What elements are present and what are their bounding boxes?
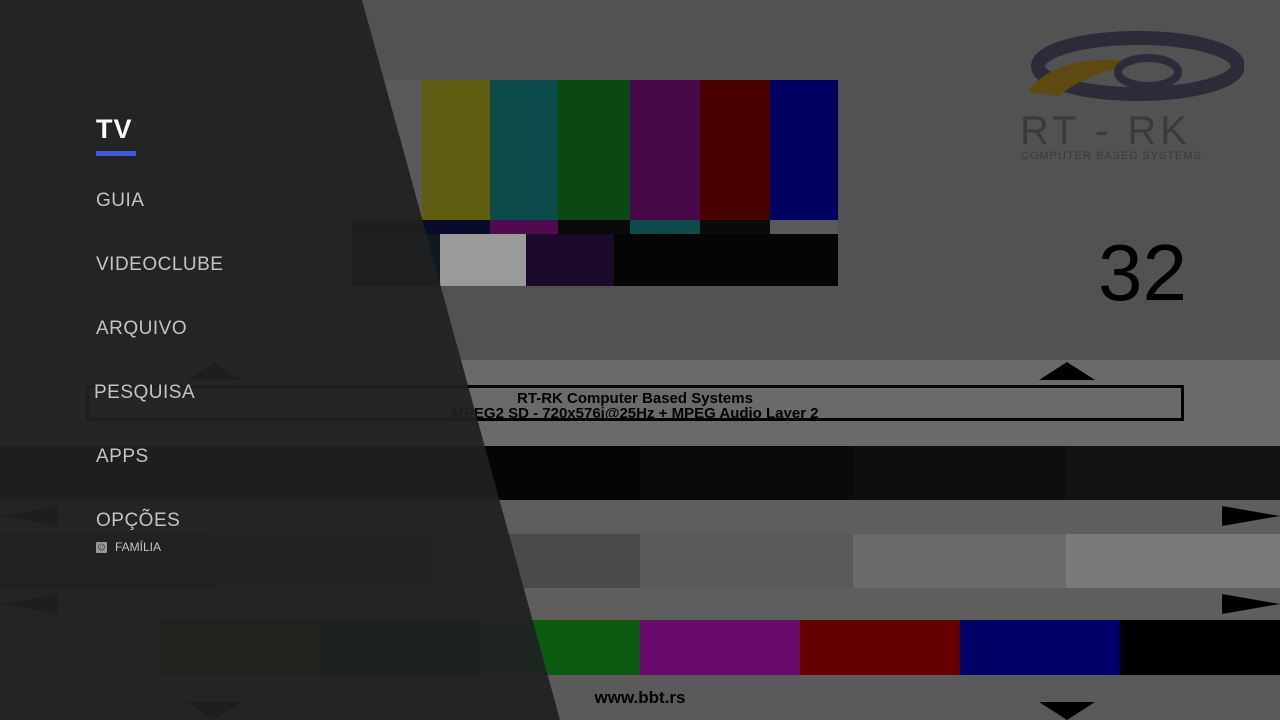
menu-item-pesquisa[interactable]: PESQUISA bbox=[94, 382, 195, 404]
tv-screen: RT - RK COMPUTER BASED SYSTEMS 32 RT-RK … bbox=[0, 0, 1280, 720]
reverse-strip-3 bbox=[558, 220, 630, 234]
menu-item-videoclube[interactable]: VIDEOCLUBE bbox=[96, 254, 223, 276]
pluge-black bbox=[614, 234, 838, 286]
profile-selector[interactable]: ☺ FAMÍLIA bbox=[96, 540, 161, 554]
color-bar-red bbox=[700, 80, 770, 220]
test-card-url: www.bbt.rs bbox=[594, 688, 686, 707]
color-bar-magenta bbox=[630, 80, 700, 220]
reverse-strip-4 bbox=[630, 220, 700, 234]
triangle-down-right-icon bbox=[1039, 702, 1095, 720]
logo-text: RT - RK bbox=[1020, 109, 1191, 153]
menu-item-guia[interactable]: GUIA bbox=[96, 190, 144, 212]
black-step-2 bbox=[853, 446, 1066, 500]
gray-step-5 bbox=[853, 534, 1066, 588]
menu-item-opcoes[interactable]: OPÇÕES bbox=[96, 510, 180, 532]
lower-bar-blue bbox=[960, 620, 1120, 675]
gray-step-4 bbox=[640, 534, 853, 588]
color-bar-green bbox=[558, 80, 630, 220]
logo-subtext: COMPUTER BASED SYSTEMS bbox=[1021, 150, 1202, 162]
color-bar-blue bbox=[770, 80, 838, 220]
reverse-strip-6 bbox=[770, 220, 838, 234]
menu-item-tv[interactable]: TV bbox=[96, 114, 133, 145]
menu-item-arquivo[interactable]: ARQUIVO bbox=[96, 318, 187, 340]
gray-step-6 bbox=[1066, 534, 1280, 588]
triangle-up-right-icon bbox=[1039, 362, 1095, 380]
channel-number: 32 bbox=[1098, 228, 1187, 317]
triangle-right-upper-icon bbox=[1222, 506, 1280, 526]
menu-item-apps[interactable]: APPS bbox=[96, 446, 149, 468]
reverse-strip-5 bbox=[700, 220, 770, 234]
side-menu: TV GUIA VIDEOCLUBE ARQUIVO PESQUISA APPS… bbox=[0, 0, 560, 720]
lower-bar-magenta bbox=[640, 620, 800, 675]
lower-bar-red bbox=[800, 620, 960, 675]
lower-bar-black bbox=[1120, 620, 1280, 675]
triangle-right-lower-icon bbox=[1222, 594, 1280, 614]
profile-label: FAMÍLIA bbox=[115, 540, 162, 554]
black-step-1 bbox=[640, 446, 853, 500]
black-step-3 bbox=[1066, 446, 1280, 500]
face-icon: ☺ bbox=[96, 541, 107, 553]
active-indicator bbox=[96, 151, 136, 156]
